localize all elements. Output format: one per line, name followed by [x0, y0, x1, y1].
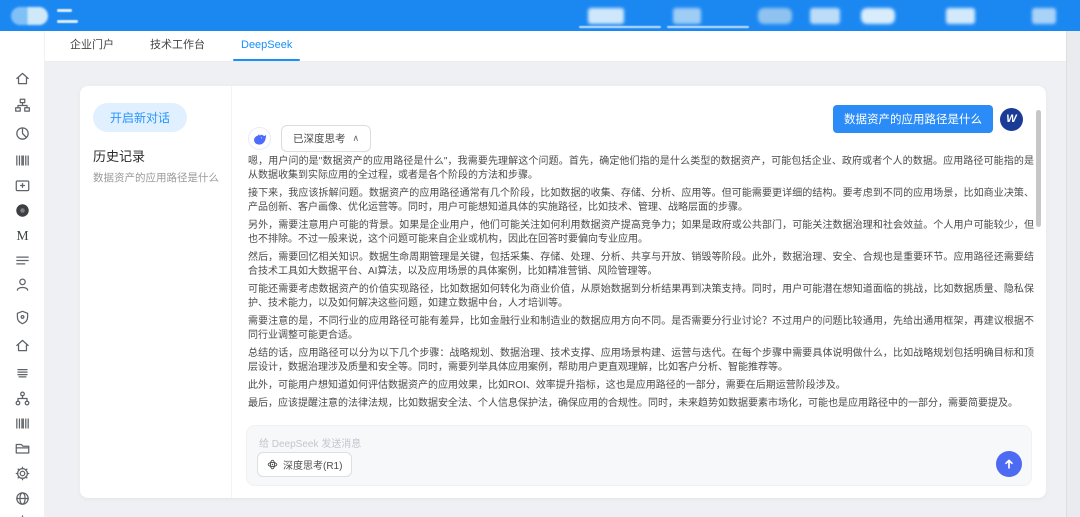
blurred-nav-item[interactable] — [673, 8, 701, 24]
response-paragraph: 需要注意的是，不同行业的应用路径可能有差异，比如金融行业和制造业的数据应用方向不… — [248, 315, 1034, 343]
clock-pie-icon[interactable] — [14, 125, 31, 142]
topbar — [0, 0, 1080, 31]
response-paragraph: 总结的话，应用路径可以分为以下几个步骤：战略规划、数据治理、技术支撑、应用场景构… — [248, 347, 1034, 375]
globe-icon[interactable] — [14, 490, 31, 507]
blurred-nav-item[interactable] — [810, 8, 840, 24]
arrow-up-icon — [1003, 458, 1015, 470]
message-input-placeholder[interactable]: 给 DeepSeek 发送消息 — [259, 435, 361, 450]
folder-icon[interactable] — [14, 440, 31, 457]
history-item[interactable]: 数据资产的应用路径是什么 — [93, 170, 223, 185]
response-paragraph: 嗯，用户问的是"数据资产的应用路径是什么"，我需要先理解这个问题。首先，确定他们… — [248, 155, 1034, 183]
deep-think-r1-label: 深度思考(R1) — [283, 457, 342, 472]
new-chat-button[interactable]: 开启新对话 — [93, 103, 187, 132]
app-logo — [11, 7, 48, 25]
card-add-icon[interactable] — [14, 177, 31, 194]
home-alt-icon[interactable] — [14, 337, 31, 354]
left-icon-sidebar: M — [0, 31, 45, 517]
user-avatar: W — [1000, 108, 1023, 131]
deepseek-avatar-whale-icon — [248, 127, 271, 150]
assistant-response: 嗯，用户问的是"数据资产的应用路径是什么"，我需要先理解这个问题。首先，确定他们… — [248, 155, 1034, 409]
blurred-nav-item[interactable] — [946, 8, 975, 24]
assistant-header-row: 已深度思考 ∧ — [248, 125, 371, 152]
message-composer[interactable]: 给 DeepSeek 发送消息 深度思考(R1) — [246, 425, 1032, 486]
atom-icon — [267, 459, 278, 470]
home-icon[interactable] — [14, 70, 31, 87]
user-message-row: 数据资产的应用路径是什么 W — [833, 105, 1023, 133]
list-icon[interactable] — [14, 252, 31, 269]
deep-think-r1-button[interactable]: 深度思考(R1) — [257, 452, 352, 477]
response-paragraph: 此外，可能用户想知道如何评估数据资产的应用效果，比如ROI、效率提升指标，这也是… — [248, 379, 1034, 393]
deepseek-chat-card: 开启新对话 历史记录 数据资产的应用路径是什么 数据资产的应用路径是什么 W 已… — [80, 86, 1046, 498]
tab-tech-workbench[interactable]: 技术工作台 — [150, 31, 205, 62]
blurred-nav-item[interactable] — [588, 8, 624, 24]
tab-bar: 企业门户 技术工作台 DeepSeek — [45, 31, 1080, 62]
deep-thought-toggle[interactable]: 已深度思考 ∧ — [281, 125, 371, 152]
layers-icon[interactable] — [14, 364, 31, 381]
shield-icon[interactable] — [14, 309, 31, 326]
tab-deepseek[interactable]: DeepSeek — [241, 31, 292, 62]
svg-text:M: M — [16, 228, 28, 243]
response-paragraph: 接下来，我应该拆解问题。数据资产的应用路径通常有几个阶段，比如数据的收集、存储、… — [248, 187, 1034, 215]
topbar-collapse-icon[interactable] — [57, 9, 79, 25]
filled-circle-icon[interactable] — [14, 202, 31, 219]
user-message-bubble: 数据资产的应用路径是什么 — [833, 105, 993, 133]
chevron-up-icon: ∧ — [353, 133, 360, 144]
history-panel: 开启新对话 历史记录 数据资产的应用路径是什么 — [80, 86, 232, 498]
nav-underline — [667, 26, 749, 28]
flower-gear-icon[interactable] — [14, 465, 31, 482]
org-network-icon[interactable] — [14, 390, 31, 407]
history-title: 历史记录 — [93, 146, 145, 165]
tab-enterprise-portal[interactable]: 企业门户 — [70, 31, 114, 62]
sitemap-icon[interactable] — [14, 97, 31, 114]
blurred-nav-item[interactable] — [861, 8, 895, 24]
m-letter-icon[interactable]: M — [14, 227, 31, 244]
send-button[interactable] — [996, 451, 1022, 477]
page-scrollbar[interactable] — [1066, 31, 1080, 517]
blurred-nav-item[interactable] — [1032, 8, 1056, 24]
chat-scrollbar-thumb[interactable] — [1036, 110, 1041, 227]
response-paragraph: 另外，需要注意用户可能的背景。如果是企业用户，他们可能关注如何利用数据资产提高竞… — [248, 219, 1034, 247]
barcode-alt-icon[interactable] — [14, 415, 31, 432]
nav-underline — [579, 26, 661, 28]
blurred-nav-item[interactable] — [758, 8, 792, 24]
response-paragraph: 然后，需要回忆相关知识。数据生命周期管理是关键，包括采集、存储、处理、分析、共享… — [248, 251, 1034, 279]
barcode-icon[interactable] — [14, 152, 31, 169]
user-icon[interactable] — [14, 276, 31, 293]
deep-thought-label: 已深度思考 — [293, 131, 346, 146]
response-paragraph: 最后，应该提醒注意的法律法规，比如数据安全法、个人信息保护法，确保应用的合规性。… — [248, 397, 1034, 409]
response-paragraph: 可能还需要考虑数据资产的价值实现路径，比如数据如何转化为商业价值，从原始数据到分… — [248, 283, 1034, 311]
